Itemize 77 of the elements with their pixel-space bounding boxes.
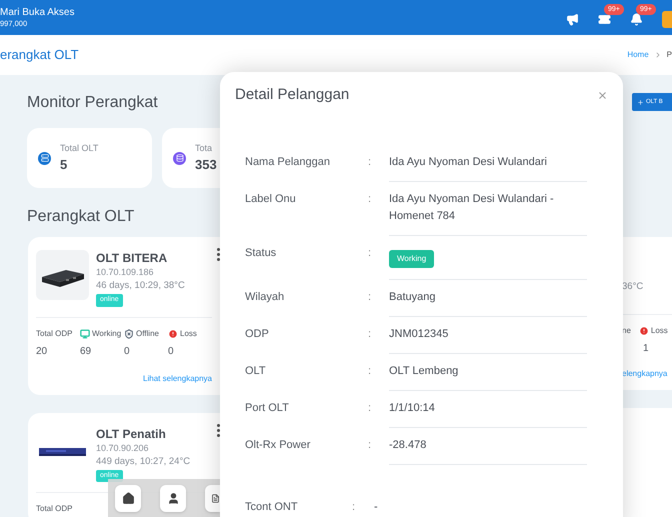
device-ip: 10.70.90.206 [96,442,150,454]
field-label: Olt-Rx Power [244,438,312,452]
megaphone-icon[interactable] [566,12,579,26]
close-icon[interactable] [597,90,608,101]
field-label: Wilayah [244,290,286,304]
colon-text: : [368,192,372,206]
stat-value: 1 [643,342,650,356]
stat-value: 5 [60,156,68,174]
field-value: JNM012345 [389,326,450,342]
stat-label: Tota [195,142,214,154]
colon-text: : [368,326,372,342]
stat-label: Loss [180,328,197,340]
colon-text: : [368,290,372,304]
home-icon [122,492,135,504]
field-label: Label Onu [244,192,297,206]
stat-value: 20 [36,344,48,358]
field-value: Batuyang [389,290,436,304]
app-title: Mari Buka Akses [0,6,74,19]
colon-text: : [368,154,372,170]
plus-icon [637,98,644,106]
see-more-link[interactable]: elengkapnya [622,368,672,380]
field-label: Tcont ONT [244,500,299,514]
field-value: -28.478 [389,438,428,452]
document-icon [211,494,220,502]
colon-text: : [368,438,372,452]
stat-value: 0 [124,344,131,358]
bell-icon[interactable] [630,12,643,26]
field-value: - [374,500,378,514]
alert-icon [168,328,178,338]
more-icon[interactable] [217,248,220,261]
field-value: OLT Lembeng [389,364,460,378]
profile-button[interactable] [160,484,186,512]
stat-value: 69 [80,344,92,358]
status-badge: Working [389,250,434,268]
monitor-icon [80,328,90,338]
device-uptime: 449 days, 10:27, 24°C [96,454,190,468]
field-label: ODP [244,326,270,342]
colon-text: : [368,400,372,416]
ticket-icon[interactable] [598,12,611,26]
stat-label: Working [92,328,122,340]
database-icon [173,152,186,164]
field-label: Port OLT [244,400,290,416]
field-value: Ida Ayu Nyoman Desi Wulandari - Homenet 784 [389,192,555,224]
home-button[interactable] [115,484,142,512]
server-icon [38,152,51,164]
field-value: Ida Ayu Nyoman Desi Wulandari [389,154,548,170]
field-label: Status [244,246,278,260]
device-uptime: 36°C [622,280,644,294]
colon-text: : [368,364,372,378]
alert-icon [638,326,649,336]
field-label: Nama Pelanggan [244,154,332,170]
see-more-link[interactable]: Lihat selengkapnya [143,372,212,384]
colon-text: : [352,500,356,514]
field-label: OLT [244,364,267,378]
stat-label: Loss [650,325,668,338]
stat-label: Total OLT [60,142,98,154]
breadcrumb-link[interactable]: P [666,49,672,61]
page-title: erangkat OLT [0,46,79,64]
stat-value: 0 [168,344,175,358]
device-uptime: 46 days, 10:29, 38°C [96,279,185,293]
field-value: 1/1/10:14 [389,400,436,416]
colon-text: : [368,246,372,260]
document-button[interactable] [205,484,220,512]
dialog-title: Detail Pelanggan [235,85,350,105]
device-name: OLT Penatih [96,426,167,442]
breadcrumb-link[interactable]: Home [627,49,649,61]
shield-icon [124,328,134,338]
stat-label: Total ODP [36,328,72,340]
section-heading: Monitor Perangkat [27,93,159,113]
device-name: OLT BITERA [96,250,168,266]
stat-label: Total ODP [36,503,72,515]
more-icon[interactable] [217,424,220,436]
stat-label: Offline [136,328,159,340]
user-icon [166,492,180,504]
device-ip: 10.70.109.186 [96,266,155,279]
section-heading: Perangkat OLT [27,207,136,227]
stat-value: 353 [195,156,217,174]
